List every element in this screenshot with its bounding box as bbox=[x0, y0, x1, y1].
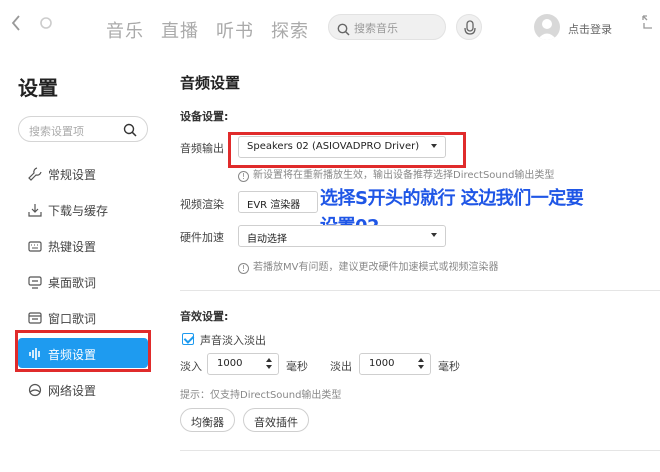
sidebar-item-label: 常规设置 bbox=[48, 168, 97, 182]
sidebar-item-label: 网络设置 bbox=[48, 384, 97, 398]
fade-out-unit: 毫秒 bbox=[438, 360, 460, 373]
info-icon: ! bbox=[238, 263, 249, 274]
keyboard-icon bbox=[28, 238, 42, 252]
tab-audiobook[interactable]: 听书 bbox=[216, 17, 254, 43]
stepper-up-icon[interactable] bbox=[418, 358, 424, 362]
effect-hint: 提示：仅支持DirectSound输出类型 bbox=[180, 390, 342, 401]
hw-accel-label: 硬件加速 bbox=[180, 231, 224, 244]
sidebar-item-general[interactable]: 常规设置 bbox=[18, 158, 148, 188]
settings-search-placeholder: 搜索设置项 bbox=[29, 125, 84, 138]
stepper-down-icon[interactable] bbox=[418, 365, 424, 369]
video-render-label: 视频渲染 bbox=[180, 198, 224, 211]
search-icon bbox=[123, 122, 137, 141]
network-icon bbox=[28, 382, 42, 397]
sidebar-item-label: 桌面歌词 bbox=[48, 276, 97, 290]
settings-title: 设置 bbox=[18, 76, 58, 100]
section-divider bbox=[180, 450, 660, 451]
sidebar-item-label: 窗口歌词 bbox=[48, 312, 97, 326]
effect-section-title: 音效设置: bbox=[180, 310, 229, 323]
mini-mode-icon[interactable] bbox=[640, 14, 654, 34]
download-icon bbox=[28, 202, 42, 217]
tab-live[interactable]: 直播 bbox=[161, 17, 199, 43]
sidebar-item-window-lyrics[interactable]: 窗口歌词 bbox=[18, 302, 148, 332]
login-link[interactable]: 点击登录 bbox=[568, 21, 612, 37]
fade-in-unit: 毫秒 bbox=[286, 360, 308, 373]
search-input[interactable]: 搜索音乐 bbox=[328, 14, 446, 40]
hw-accel-hint-text: 若播放MV有问题，建议更改硬件加速模式或视频渲染器 bbox=[253, 262, 499, 273]
section-divider bbox=[180, 290, 660, 291]
fade-out-label: 淡出 bbox=[330, 360, 352, 373]
hw-accel-value: 自动选择 bbox=[247, 234, 287, 245]
audio-output-label: 音频输出 bbox=[180, 142, 224, 155]
highlight-box-audio-output bbox=[228, 132, 466, 168]
refresh-icon[interactable] bbox=[38, 14, 54, 37]
stepper-down-icon[interactable] bbox=[266, 365, 272, 369]
tab-explore[interactable]: 探索 bbox=[271, 17, 309, 43]
chevron-left-icon[interactable] bbox=[10, 14, 22, 37]
fade-label: 声音淡入淡出 bbox=[200, 334, 266, 347]
search-placeholder: 搜索音乐 bbox=[354, 22, 398, 35]
hw-accel-select[interactable]: 自动选择 bbox=[238, 225, 446, 247]
wrench-icon bbox=[28, 166, 42, 181]
window-lyrics-icon bbox=[28, 310, 42, 324]
sidebar-item-hotkeys[interactable]: 热键设置 bbox=[18, 230, 148, 260]
caret-down-icon bbox=[431, 233, 437, 237]
settings-search-input[interactable]: 搜索设置项 bbox=[18, 116, 148, 142]
annotation-line-1: 选择S开头的就行 这边我们一定要 bbox=[320, 188, 584, 209]
avatar[interactable] bbox=[534, 14, 560, 40]
highlight-box-audio-settings bbox=[15, 330, 151, 372]
sound-plugins-button[interactable]: 音效插件 bbox=[243, 408, 309, 432]
settings-sidebar: 设置 搜索设置项 常规设置 下载与缓存 热键设置 桌面歌词 窗口歌词 音频设置 … bbox=[0, 56, 160, 472]
fade-checkbox[interactable] bbox=[182, 333, 194, 345]
fade-in-label: 淡入 bbox=[180, 360, 202, 373]
hw-accel-hint: ! 若播放MV有问题，建议更改硬件加速模式或视频渲染器 bbox=[238, 258, 498, 274]
voice-search-icon[interactable] bbox=[456, 14, 482, 40]
top-bar: 音乐 直播 听书 探索 搜索音乐 点击登录 bbox=[0, 0, 660, 56]
fade-in-stepper[interactable]: 1000 bbox=[207, 353, 279, 375]
desktop-lyrics-icon bbox=[28, 274, 42, 289]
page-title: 音频设置 bbox=[180, 74, 241, 92]
info-icon: ! bbox=[238, 171, 249, 182]
tab-music[interactable]: 音乐 bbox=[106, 17, 144, 43]
audio-settings-panel: 音频设置 设备设置: 音频输出 Speakers 02 (ASIOVADPRO … bbox=[160, 56, 660, 472]
stepper-up-icon[interactable] bbox=[266, 358, 272, 362]
fade-out-stepper[interactable]: 1000 bbox=[359, 353, 431, 375]
sidebar-item-label: 热键设置 bbox=[48, 240, 97, 254]
audio-output-hint: ! 新设置将在重新播放生效，输出设备推荐选择DirectSound输出类型 bbox=[238, 166, 554, 182]
equalizer-button[interactable]: 均衡器 bbox=[180, 408, 235, 432]
search-icon bbox=[337, 21, 350, 40]
fade-in-value: 1000 bbox=[217, 358, 243, 369]
video-render-select[interactable]: EVR 渲染器 bbox=[238, 191, 318, 213]
video-render-value: EVR 渲染器 bbox=[247, 200, 301, 211]
fade-out-value: 1000 bbox=[369, 358, 395, 369]
sidebar-item-download[interactable]: 下载与缓存 bbox=[18, 194, 148, 224]
sidebar-item-desktop-lyrics[interactable]: 桌面歌词 bbox=[18, 266, 148, 296]
sidebar-item-label: 下载与缓存 bbox=[48, 204, 109, 218]
device-section-title: 设备设置: bbox=[180, 110, 229, 123]
audio-output-hint-text: 新设置将在重新播放生效，输出设备推荐选择DirectSound输出类型 bbox=[253, 170, 555, 181]
sidebar-item-network[interactable]: 网络设置 bbox=[18, 374, 148, 404]
